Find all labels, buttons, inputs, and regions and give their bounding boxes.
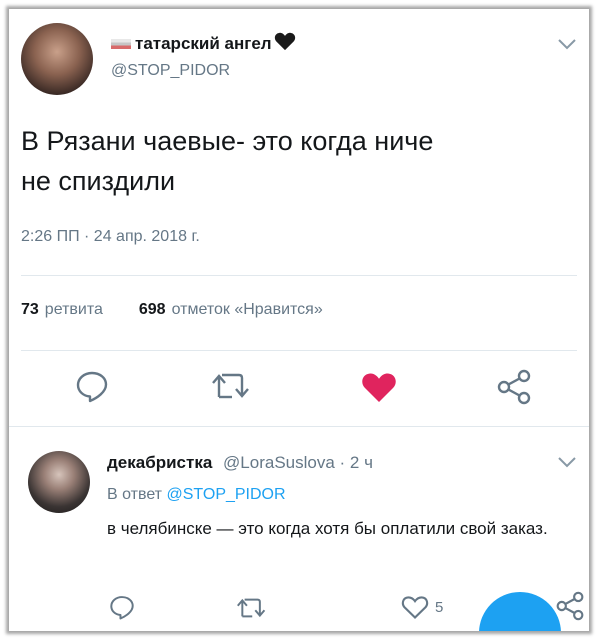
- black-heart-icon: [274, 31, 296, 56]
- retweet-count: 73: [21, 301, 39, 318]
- divider: [21, 275, 577, 276]
- reply-icon: [110, 596, 134, 620]
- reply-author-handle[interactable]: @LoraSuslova: [223, 453, 335, 472]
- like-button[interactable]: [361, 370, 397, 404]
- tweet-text-line: В Рязани чаевые- это когда ниче: [21, 126, 434, 156]
- tweet-text: В Рязани чаевые- это когда ниче не спизд…: [21, 121, 571, 201]
- reply-icon: [76, 371, 108, 403]
- author-avatar[interactable]: [21, 23, 93, 95]
- reply-like-button[interactable]: 5: [401, 594, 443, 620]
- reply-share-button[interactable]: [556, 591, 584, 621]
- liked-heart-icon: [362, 373, 396, 402]
- tweet-stats: 73 ретвита 698 отметок «Нравится»: [21, 301, 323, 319]
- reply-reply-button[interactable]: [109, 594, 135, 620]
- like-label: отметок «Нравится»: [171, 301, 323, 318]
- reply-header: декабристка @LoraSuslova · 2 ч: [107, 453, 373, 473]
- divider: [21, 350, 577, 351]
- reply-button[interactable]: [75, 369, 109, 403]
- author-name-row[interactable]: татарский ангел: [111, 31, 296, 56]
- tweet-text-line: не спиздили: [21, 166, 176, 196]
- retweet-button[interactable]: [212, 371, 254, 401]
- reply-to-link[interactable]: @STOP_PIDOR: [166, 486, 285, 503]
- retweet-stat[interactable]: 73 ретвита: [21, 301, 103, 319]
- tweet-timestamp[interactable]: 2:26 ПП · 24 апр. 2018 г.: [21, 228, 200, 246]
- reply-retweet-button[interactable]: [237, 596, 269, 620]
- author-handle[interactable]: @STOP_PIDOR: [111, 62, 230, 80]
- compose-button[interactable]: [479, 592, 561, 631]
- chevron-down-icon[interactable]: [557, 37, 577, 55]
- reply-time: · 2 ч: [339, 453, 373, 472]
- like-stat[interactable]: 698 отметок «Нравится»: [139, 301, 323, 319]
- author-display-name: татарский ангел: [135, 33, 272, 53]
- tweet-screenshot-frame: татарский ангел @STOP_PIDOR В Рязани чае…: [9, 9, 589, 631]
- retweet-icon: [212, 373, 249, 399]
- reply-author-avatar[interactable]: [28, 451, 90, 513]
- share-button[interactable]: [497, 369, 531, 405]
- reply-like-count: 5: [435, 598, 444, 616]
- divider: [9, 426, 589, 427]
- like-count: 698: [138, 301, 166, 318]
- reply-to-prefix: В ответ: [107, 486, 163, 503]
- chevron-down-icon[interactable]: [557, 455, 577, 473]
- share-icon: [497, 369, 531, 405]
- reply-text: в челябинске — это когда хотя бы оплатил…: [107, 519, 548, 538]
- share-icon: [556, 591, 584, 621]
- reply-author-name[interactable]: декабристка: [107, 453, 212, 472]
- retweet-label: ретвита: [44, 301, 103, 318]
- heart-outline-icon: [401, 596, 429, 619]
- reply-to-line: В ответ @STOP_PIDOR: [107, 486, 286, 504]
- flag-icon: [111, 38, 131, 49]
- retweet-icon: [237, 598, 266, 618]
